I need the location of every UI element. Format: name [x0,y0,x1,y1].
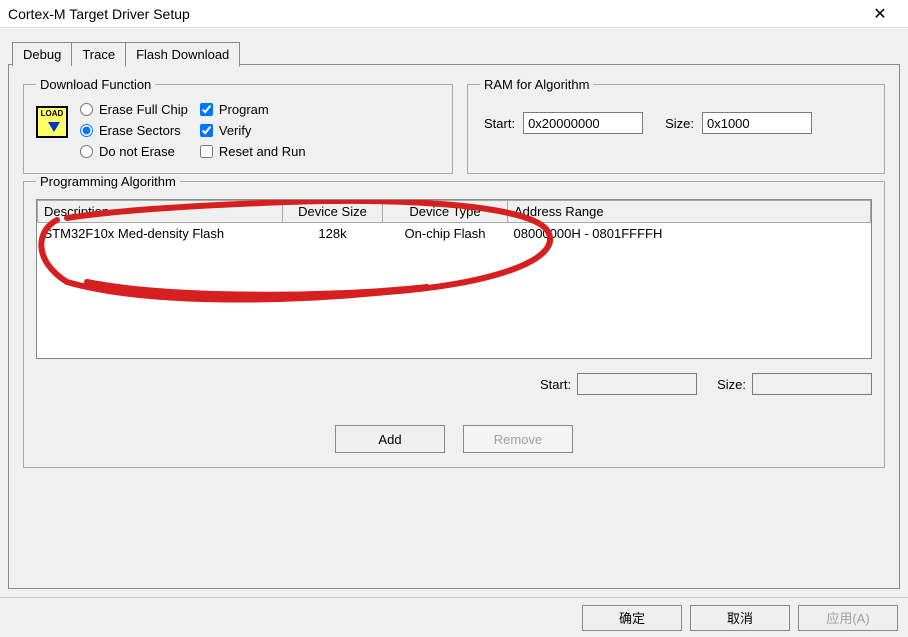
ram-for-algorithm-group: RAM for Algorithm Start: Size: [467,77,885,174]
col-device-type[interactable]: Device Type [383,201,508,223]
tab-trace[interactable]: Trace [71,42,126,66]
load-icon: LOAD [36,106,68,138]
cell-device-type: On-chip Flash [383,223,508,245]
cell-description: STM32F10x Med-density Flash [38,223,283,245]
ram-size-input[interactable] [702,112,812,134]
program-option[interactable]: Program [200,102,306,117]
col-description[interactable]: Description [38,201,283,223]
algorithm-table-container: Description Device Size Device Type Addr… [36,199,872,359]
verify-option[interactable]: Verify [200,123,306,138]
program-label: Program [219,102,269,117]
tab-debug[interactable]: Debug [12,42,72,66]
remove-button: Remove [463,425,573,453]
programming-algorithm-group: Programming Algorithm Description Device… [23,174,885,468]
programming-algorithm-legend: Programming Algorithm [36,174,180,189]
algorithm-start-input [577,373,697,395]
erase-sectors-radio[interactable] [80,124,93,137]
ram-for-algorithm-legend: RAM for Algorithm [480,77,593,92]
erase-sectors-option[interactable]: Erase Sectors [80,123,188,138]
table-row[interactable]: STM32F10x Med-density Flash 128k On-chip… [38,223,871,245]
tab-strip: Debug Trace Flash Download [12,42,239,66]
erase-full-chip-option[interactable]: Erase Full Chip [80,102,188,117]
col-address-range[interactable]: Address Range [508,201,871,223]
algorithm-size-label: Size: [717,377,746,392]
do-not-erase-label: Do not Erase [99,144,175,159]
cell-device-size: 128k [283,223,383,245]
cancel-button[interactable]: 取消 [690,605,790,631]
close-icon[interactable]: ✕ [860,4,900,24]
ram-start-label: Start: [484,116,515,131]
reset-and-run-option[interactable]: Reset and Run [200,144,306,159]
ok-button[interactable]: 确定 [582,605,682,631]
erase-full-chip-label: Erase Full Chip [99,102,188,117]
reset-and-run-checkbox[interactable] [200,145,213,158]
apply-button: 应用(A) [798,605,898,631]
algorithm-table: Description Device Size Device Type Addr… [37,200,871,244]
cell-address-range: 08000000H - 0801FFFFH [508,223,871,245]
do-not-erase-radio[interactable] [80,145,93,158]
download-function-legend: Download Function [36,77,155,92]
client-area: Debug Trace Flash Download Download Func… [0,28,908,597]
title-bar: Cortex-M Target Driver Setup ✕ [0,0,908,28]
erase-sectors-label: Erase Sectors [99,123,181,138]
add-button[interactable]: Add [335,425,445,453]
ram-size-label: Size: [665,116,694,131]
reset-and-run-label: Reset and Run [219,144,306,159]
tab-panel: Download Function LOAD Erase Full Chip E… [8,64,900,589]
tab-flash-download[interactable]: Flash Download [125,42,240,67]
program-checkbox[interactable] [200,103,213,116]
ram-start-input[interactable] [523,112,643,134]
verify-label: Verify [219,123,252,138]
verify-checkbox[interactable] [200,124,213,137]
algorithm-start-label: Start: [540,377,571,392]
dialog-footer: 确定 取消 应用(A) [0,597,908,637]
col-device-size[interactable]: Device Size [283,201,383,223]
algorithm-size-input [752,373,872,395]
do-not-erase-option[interactable]: Do not Erase [80,144,188,159]
download-function-group: Download Function LOAD Erase Full Chip E… [23,77,453,174]
erase-full-chip-radio[interactable] [80,103,93,116]
window-title: Cortex-M Target Driver Setup [8,6,860,22]
